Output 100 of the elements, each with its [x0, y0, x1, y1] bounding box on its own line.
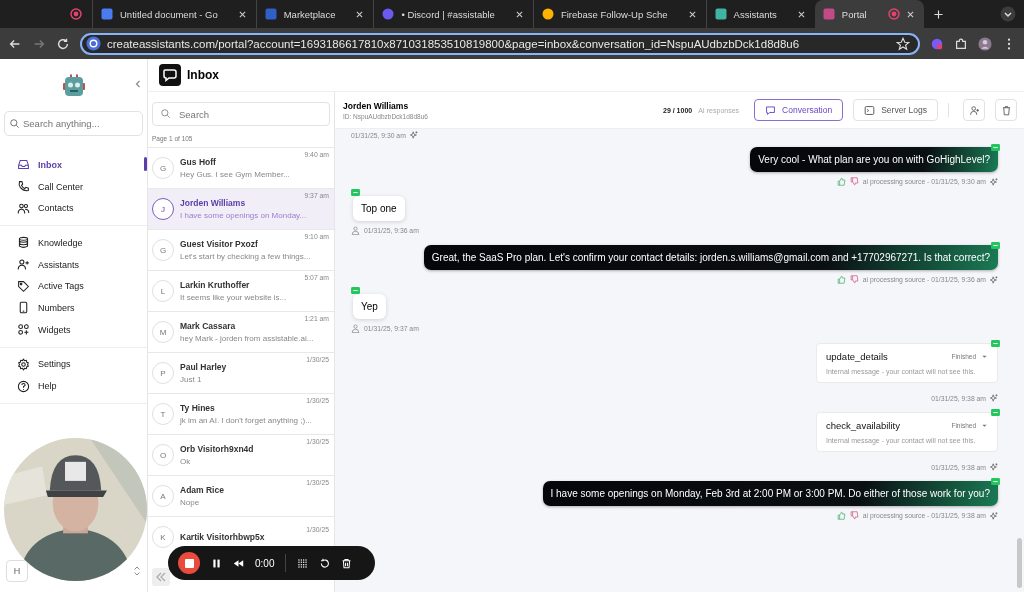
- search-field[interactable]: Search anything...: [4, 111, 143, 136]
- tag-icon: [17, 279, 30, 293]
- add-contact-button[interactable]: [963, 99, 985, 121]
- view-tab[interactable]: Server Logs: [853, 99, 938, 121]
- sparkle-icon: [990, 511, 998, 520]
- thumbs-down-icon[interactable]: [849, 511, 859, 520]
- message-preview: Let's start by checking a few things...: [180, 252, 312, 261]
- message-preview: jk im an AI. I don't forget anything ;)...: [180, 416, 313, 425]
- trash-icon[interactable]: [341, 557, 353, 569]
- contact-avatar: A: [152, 485, 174, 507]
- terminal-icon: [864, 104, 876, 116]
- thumbs-up-icon[interactable]: [836, 275, 846, 284]
- chat-icon: [765, 104, 777, 116]
- sparkle-icon: [990, 463, 998, 471]
- contact-avatar: T: [152, 403, 174, 425]
- pause-icon[interactable]: [211, 557, 222, 569]
- favicon-icon: [264, 8, 277, 20]
- contact-name: Kartik Visitorhbwp5x: [180, 532, 265, 542]
- scrollbar[interactable]: [1017, 538, 1022, 588]
- stop-button[interactable]: [178, 552, 200, 574]
- contact-name: Guest Visitor Pxozf: [180, 239, 258, 249]
- close-tab-icon[interactable]: [797, 10, 805, 18]
- page-title: Inbox: [187, 68, 219, 82]
- collapse-icon[interactable]: [133, 79, 143, 89]
- chat-badge-icon: [351, 287, 360, 295]
- contact-avatar: O: [152, 444, 174, 466]
- robot-logo-icon: [61, 74, 86, 98]
- address-bar[interactable]: createassistants.com/portal?account=1693186617810x871031853510819800&page=inbox&conversation_id=NspuAUdbzbDck1d8d8u6: [80, 32, 920, 55]
- search-icon: [160, 108, 171, 119]
- nav-item[interactable]: Knowledge: [0, 232, 147, 254]
- chevron-updown-icon[interactable]: [133, 565, 141, 577]
- thumbs-up-icon[interactable]: [836, 177, 846, 186]
- avatar-icon[interactable]: [978, 36, 992, 51]
- favicon-icon: [822, 8, 835, 20]
- chat-badge-icon: [991, 144, 1000, 152]
- grid-icon[interactable]: [297, 557, 309, 569]
- close-tab-icon[interactable]: [906, 10, 914, 18]
- nav-item[interactable]: Active Tags: [0, 275, 147, 298]
- message-preview: hey Mark - jorden from assistable.ai...: [180, 334, 315, 343]
- gear-icon: [17, 357, 30, 371]
- new-tab-icon[interactable]: [933, 9, 943, 19]
- thumbs-down-icon[interactable]: [849, 275, 859, 284]
- star-icon[interactable]: [896, 36, 910, 51]
- contact-name: Mark Cassara: [180, 321, 236, 331]
- contact-avatar: L: [152, 280, 174, 302]
- mobile-icon: [17, 301, 30, 315]
- reload-icon[interactable]: [56, 36, 70, 51]
- nav-item[interactable]: Contacts: [0, 197, 147, 220]
- sparkle-icon: [990, 275, 998, 284]
- nav-item[interactable]: Call Center: [0, 175, 147, 198]
- delete-button[interactable]: [995, 99, 1017, 121]
- contact-avatar: P: [152, 362, 174, 384]
- db-icon: [17, 236, 30, 250]
- thumbs-down-icon[interactable]: [849, 177, 859, 186]
- nav-item[interactable]: Help: [0, 375, 147, 397]
- nav-item[interactable]: Assistants: [0, 253, 147, 276]
- message-preview: Hey Gus. I see Gym Member...: [180, 170, 291, 179]
- chevron-down-icon[interactable]: [1000, 6, 1016, 22]
- extension-icon[interactable]: [930, 36, 944, 51]
- person-icon: [351, 324, 360, 333]
- view-tab[interactable]: Conversation: [754, 99, 844, 121]
- message-preview: It seems like your website is...: [180, 293, 288, 302]
- nav-item[interactable]: Widgets: [0, 318, 147, 341]
- tool-name: check_availability: [826, 420, 900, 431]
- sparkle-icon: [409, 131, 418, 139]
- nav-item[interactable]: Settings: [0, 353, 147, 376]
- favicon-icon: [541, 8, 554, 20]
- close-tab-icon[interactable]: [356, 10, 364, 18]
- contact-avatar: K: [152, 526, 174, 548]
- search-field[interactable]: Search: [152, 102, 330, 126]
- nav-item[interactable]: Inbox: [0, 154, 147, 176]
- close-tab-icon[interactable]: [238, 10, 246, 18]
- message-preview: Ok: [180, 457, 192, 466]
- restart-icon[interactable]: [319, 557, 331, 569]
- contact-name: Adam Rice: [180, 485, 224, 495]
- ai-message-bubble: I have some openings on Monday, Feb 3rd at 2:00 PM or 3:00 PM. Do either of those work for you?: [542, 481, 998, 506]
- thumbs-up-icon[interactable]: [836, 511, 846, 520]
- tab-title: Firebase Follow-Up Sche: [560, 8, 668, 20]
- message-preview: I have some openings on Monday...: [180, 211, 308, 220]
- recording-time: 0:00: [255, 557, 275, 569]
- message-preview: Nope: [180, 498, 201, 507]
- contact-message-bubble: Yep: [353, 294, 386, 319]
- browser-tab[interactable]: Portal: [814, 0, 924, 28]
- site-info-icon: [86, 36, 101, 51]
- chat-badge-icon: [351, 189, 360, 197]
- url-text: createassistants.com/portal?account=1693186617810x871031853510819800&page=inbox&conversation_id=NspuAUdbzbDck1d8d8u6: [107, 37, 800, 50]
- person-icon: [351, 226, 360, 235]
- chat-badge-icon: [991, 478, 1000, 486]
- nav-item[interactable]: Numbers: [0, 297, 147, 319]
- ai-message-bubble: Very cool - What plan are you on with GoHighLevel?: [750, 147, 998, 172]
- record-icon: [70, 8, 82, 20]
- close-tab-icon[interactable]: [688, 10, 696, 18]
- sparkle-icon: [990, 394, 998, 402]
- close-tab-icon[interactable]: [515, 10, 523, 18]
- tool-name: update_details: [826, 351, 888, 362]
- contact-name: Ty Hines: [180, 403, 215, 413]
- rewind-icon[interactable]: [233, 557, 244, 569]
- puzzle-icon[interactable]: [954, 36, 968, 51]
- inbox-icon: [17, 158, 30, 172]
- caret-icon: [981, 422, 988, 429]
